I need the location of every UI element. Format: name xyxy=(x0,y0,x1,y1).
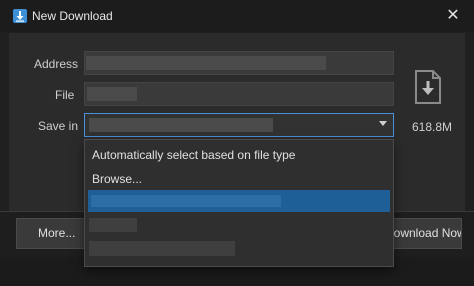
redacted-address xyxy=(86,56,326,70)
save-in-dropdown-list: Automatically select based on file type … xyxy=(84,139,394,267)
file-size-text: 618.8M xyxy=(412,120,453,134)
option-redacted-long[interactable] xyxy=(89,241,235,256)
more-button[interactable]: More... xyxy=(16,218,86,249)
title-bar: New Download ✕ xyxy=(0,0,474,32)
address-label: Address xyxy=(34,57,79,71)
chevron-down-icon[interactable] xyxy=(379,121,387,126)
file-label: File xyxy=(55,88,75,102)
option-browse[interactable]: Browse... xyxy=(92,172,142,186)
save-in-label: Save in xyxy=(38,119,79,133)
option-auto-select[interactable]: Automatically select based on file type xyxy=(92,148,295,162)
close-icon[interactable]: ✕ xyxy=(444,7,462,25)
file-download-icon xyxy=(415,70,441,104)
option-redacted-short[interactable] xyxy=(89,218,137,232)
save-in-select[interactable] xyxy=(84,113,394,137)
download-arrow-icon xyxy=(13,9,27,23)
redacted-save-path xyxy=(89,118,273,132)
window-title: New Download xyxy=(32,9,113,23)
redacted-option-text xyxy=(91,195,281,207)
option-highlighted[interactable] xyxy=(88,190,390,212)
new-download-dialog: New Download ✕ Address File Save in 618.… xyxy=(0,0,474,286)
address-input[interactable] xyxy=(84,51,394,75)
download-now-button[interactable]: Download Now xyxy=(384,218,462,249)
redacted-file-name xyxy=(87,87,137,101)
file-name-input[interactable] xyxy=(84,82,394,106)
